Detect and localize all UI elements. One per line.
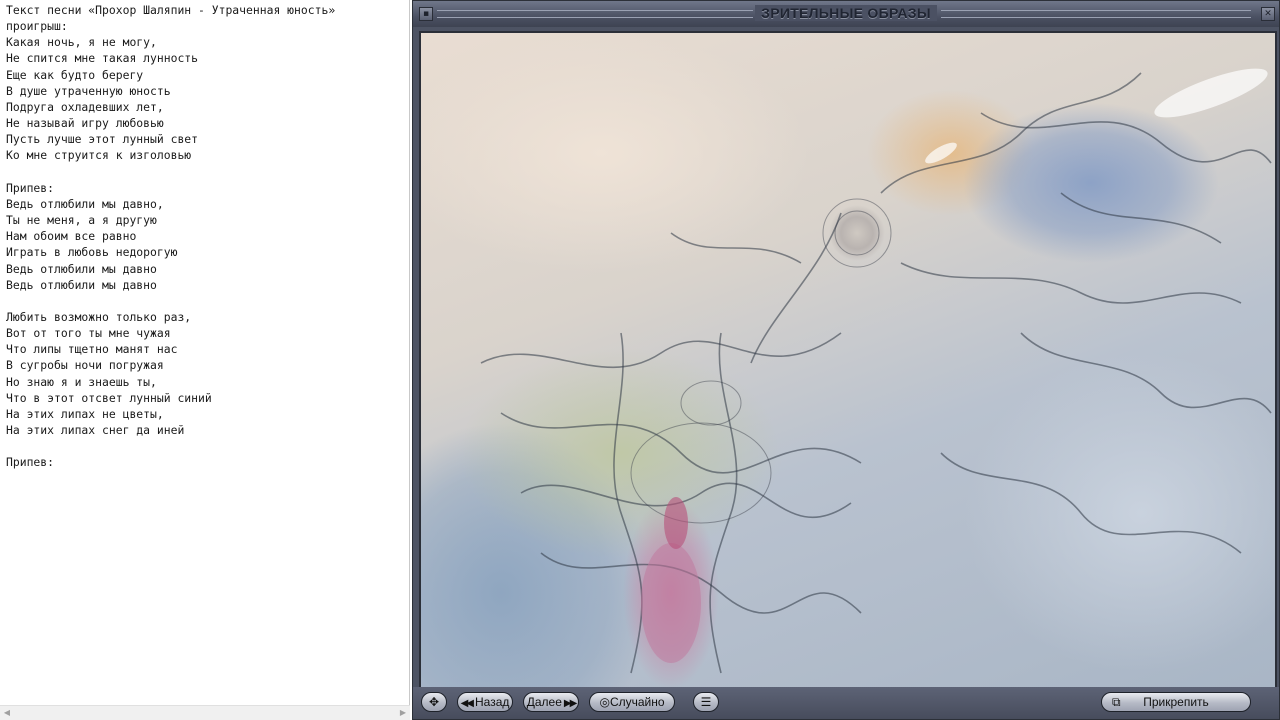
lyrics-line: На этих липах снег да иней [6, 423, 185, 438]
next-button[interactable]: Далее ▶▶ [523, 692, 579, 712]
lyrics-line: Припев: [6, 180, 55, 195]
close-icon[interactable]: ✕ [1261, 7, 1275, 21]
random-button[interactable]: ◎Случайно [589, 692, 675, 712]
lyrics-line: Ведь отлюбили мы давно, [6, 196, 164, 211]
back-button[interactable]: ◀◀ Назад [457, 692, 513, 712]
lyrics-line: Но знаю я и знаешь ты, [6, 374, 157, 389]
lyrics-line: Какая ночь, я не могу, [6, 35, 157, 50]
lyrics-line: Текст песни «Прохор Шаляпин - Утраченная… [6, 3, 336, 17]
lyrics-line: Ко мне струится к изголовью [6, 148, 192, 163]
lyrics-line: Припев: [6, 455, 55, 470]
pin-icon: ⧉ [1112, 695, 1121, 709]
lyrics-line: Играть в любовь недорогую [6, 245, 178, 260]
visualizer-window: ▪ ЗРИТЕЛЬНЫЕ ОБРАЗЫ ✕ ✥ ◀◀ Назад Далее ▶… [412, 0, 1280, 720]
horizontal-scrollbar[interactable]: ◀ ▶ [0, 705, 410, 720]
title-bar[interactable]: ▪ ЗРИТЕЛЬНЫЕ ОБРАЗЫ ✕ [413, 1, 1279, 27]
lyrics-line: Не называй игру любовью [6, 116, 164, 131]
control-bar: ✥ ◀◀ Назад Далее ▶▶ ◎Случайно ☰ ⧉ Прикрепит… [413, 687, 1279, 719]
lyrics-text: Текст песни «Прохор Шаляпин - Утраченная… [6, 2, 405, 471]
lyrics-line: Пусть лучше этот лунный свет [6, 132, 199, 147]
lyrics-line: Что липы тщетно манят нас [6, 342, 178, 357]
lyrics-line: На этих липах не цветы, [6, 406, 164, 421]
list-menu-icon[interactable]: ☰ [693, 692, 719, 712]
back-icon: ◀◀ [460, 698, 474, 709]
lyrics-line: Нам обоим все равно [6, 229, 137, 244]
lyrics-line: Что в этот отсвет лунный синий [6, 390, 212, 405]
visualization-image [480, 68, 1272, 674]
lyrics-document[interactable]: Текст песни «Прохор Шаляпин - Утраченная… [0, 0, 410, 720]
lyrics-line: Любить возможно только раз, [6, 309, 192, 324]
scroll-right-icon[interactable]: ▶ [398, 708, 408, 718]
lyrics-line: В душе утраченную юность [6, 83, 171, 98]
lyrics-line: проигрыш: [6, 19, 68, 34]
lyrics-line: В сугробы ночи погружая [6, 358, 164, 373]
navigate-icon[interactable]: ✥ [421, 692, 447, 712]
lyrics-line: Ведь отлюбили мы давно [6, 261, 157, 276]
next-icon: ▶▶ [563, 698, 577, 709]
lyrics-line: Вот от того ты мне чужая [6, 326, 171, 341]
scroll-left-icon[interactable]: ◀ [2, 708, 12, 718]
lyrics-line: Ведь отлюбили мы давно [6, 277, 157, 292]
lyrics-line: Подруга охладевших лет, [6, 99, 164, 114]
window-title: ЗРИТЕЛЬНЫЕ ОБРАЗЫ [413, 5, 1279, 21]
lyrics-line: Не спится мне такая лунность [6, 51, 199, 66]
pin-button[interactable]: ⧉ Прикрепить [1101, 692, 1251, 712]
lyrics-line: Ты не меня, а я другую [6, 213, 157, 228]
lyrics-line: Еще как будто берегу [6, 67, 144, 82]
visualization-canvas [419, 31, 1277, 689]
random-icon: ◎ [599, 695, 610, 709]
